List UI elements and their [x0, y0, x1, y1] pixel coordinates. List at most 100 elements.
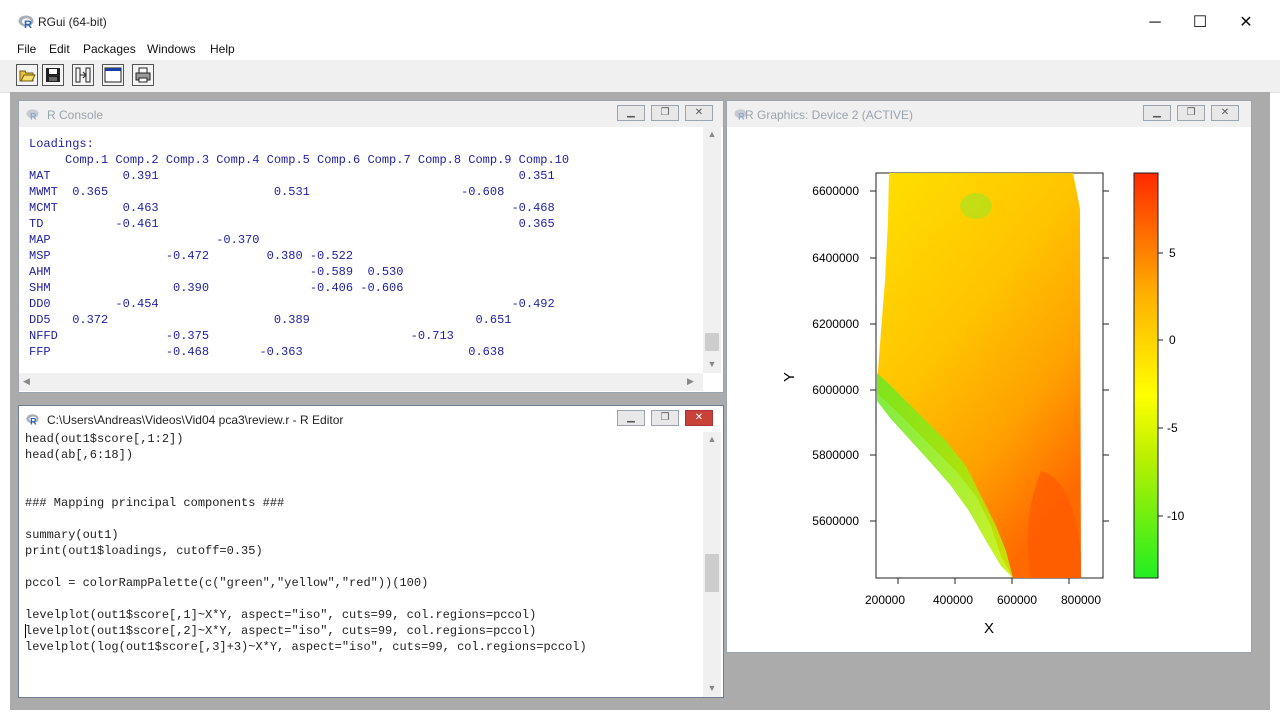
print-icon — [135, 67, 151, 83]
editor-scroll-thumb[interactable] — [705, 554, 719, 592]
x-tick-label: 400000 — [933, 593, 973, 607]
scroll-right-icon[interactable]: ▶ — [687, 376, 694, 387]
editor-line: pccol = colorRampPalette(c("green","yell… — [25, 576, 429, 590]
y-axis-label: Y — [781, 372, 798, 382]
graphics-close-button[interactable]: ✕ — [1211, 105, 1239, 121]
editor-titlebar[interactable]: R C:\Users\Andreas\Videos\Vid04 pca3\rev… — [19, 406, 723, 432]
x-tick-label: 200000 — [865, 593, 905, 607]
menu-bar: File Edit Packages Windows Help — [0, 40, 1280, 60]
editor-window[interactable]: R C:\Users\Andreas\Videos\Vid04 pca3\rev… — [18, 405, 724, 698]
console-line: MWMT 0.365 0.531 -0.608 — [29, 185, 555, 199]
maximize-button[interactable]: ☐ — [1177, 8, 1223, 38]
menu-packages[interactable]: Packages — [83, 40, 136, 58]
graphics-restore-button[interactable]: ❐ — [1177, 105, 1205, 121]
console-line: AHM -0.589 0.530 — [29, 265, 555, 279]
save-icon — [46, 68, 60, 82]
editor-restore-button[interactable]: ❐ — [651, 410, 679, 426]
colorbar-tick-label: 5 — [1169, 246, 1176, 260]
graphics-title: R Graphics: Device 2 (ACTIVE) — [745, 108, 914, 122]
menu-file[interactable]: File — [17, 40, 36, 58]
editor-line: head(ab[,6:18]) — [25, 448, 134, 462]
console-line: Loadings: — [29, 137, 94, 151]
graphics-window[interactable]: R R Graphics: Device 2 (ACTIVE) ▁ ❐ ✕ 66… — [726, 100, 1252, 653]
open-folder-button[interactable] — [16, 64, 38, 86]
minimize-button[interactable]: ─ — [1132, 8, 1178, 38]
console-title: R Console — [47, 108, 104, 122]
console-window-button[interactable] — [102, 64, 124, 86]
console-close-button[interactable]: ✕ — [685, 105, 713, 121]
editor-close-button[interactable]: ✕ — [685, 410, 713, 426]
console-line: MAT 0.391 0.351 — [29, 169, 555, 183]
svg-text:R: R — [24, 19, 32, 30]
load-workspace-icon — [75, 67, 91, 83]
editor-line: head(out1$score[,1:2]) — [25, 432, 184, 446]
console-scroll-thumb[interactable] — [705, 333, 719, 351]
editor-vertical-scrollbar[interactable]: ▲ ▼ — [703, 432, 721, 697]
console-restore-button[interactable]: ❐ — [651, 105, 679, 121]
editor-line: ### Mapping principal components ### — [25, 496, 285, 510]
colorbar-tick-label: 0 — [1169, 333, 1176, 347]
console-line: TD -0.461 0.365 — [29, 217, 555, 231]
editor-minimize-button[interactable]: ▁ — [617, 410, 645, 426]
app-titlebar: R RGui (64-bit) ─ ☐ ✕ — [0, 0, 1280, 40]
console-output[interactable]: Loadings: Comp.1 Comp.2 Comp.3 Comp.4 Co… — [19, 127, 703, 373]
svg-text:R: R — [30, 416, 37, 426]
scroll-up-icon[interactable]: ▲ — [703, 434, 721, 444]
text-cursor — [25, 624, 26, 638]
editor-line: levelplot(log(out1$score[,3]+3)~X*Y, asp… — [25, 640, 587, 654]
svg-text:R: R — [30, 111, 37, 121]
y-tick-label: 6600000 — [812, 184, 859, 198]
console-titlebar[interactable]: R R Console ▁ ❐ ✕ — [19, 101, 723, 127]
raster-map-cool-patch — [960, 193, 992, 219]
editor-line: levelplot(out1$score[,1]~X*Y, aspect="is… — [25, 608, 537, 622]
colorbar — [1133, 172, 1159, 579]
scroll-down-icon[interactable]: ▼ — [703, 359, 721, 369]
console-line: NFFD -0.375 -0.713 — [29, 329, 555, 343]
y-tick-label: 5800000 — [812, 448, 859, 462]
levelplot-canvas: 6600000 6400000 6200000 6000000 5800000 … — [781, 172, 1185, 637]
scroll-left-icon[interactable]: ◀ — [23, 376, 30, 387]
console-line: MAP -0.370 — [29, 233, 555, 247]
menu-edit[interactable]: Edit — [49, 40, 70, 58]
x-tick-label: 800000 — [1061, 593, 1101, 607]
app-title: RGui (64-bit) — [38, 15, 107, 29]
menu-help[interactable]: Help — [210, 40, 235, 58]
scroll-up-icon[interactable]: ▲ — [703, 129, 721, 139]
toolbar — [0, 60, 1280, 93]
console-window[interactable]: R R Console ▁ ❐ ✕ Loadings: Comp.1 Comp.… — [18, 100, 724, 393]
console-window-icon — [104, 67, 122, 83]
scroll-down-icon[interactable]: ▼ — [703, 683, 721, 693]
y-tick-label: 6200000 — [812, 317, 859, 331]
editor-text-area[interactable]: head(out1$score[,1:2]) head(ab[,6:18]) #… — [19, 432, 703, 697]
graphics-titlebar[interactable]: R R Graphics: Device 2 (ACTIVE) ▁ ❐ ✕ — [727, 101, 1251, 127]
console-line: FFP -0.468 -0.363 0.638 — [29, 345, 606, 359]
graphics-minimize-button[interactable]: ▁ — [1143, 105, 1171, 121]
console-line: SHM 0.390 -0.406 -0.606 — [29, 281, 555, 295]
load-workspace-button[interactable] — [72, 64, 94, 86]
console-line: DD0 -0.454 -0.492 — [29, 297, 555, 311]
editor-line: summary(out1) — [25, 528, 119, 542]
colorbar-ticks — [1158, 252, 1163, 517]
console-line: DD5 0.372 0.389 0.651 — [29, 313, 562, 327]
print-button[interactable] — [132, 64, 154, 86]
console-vertical-scrollbar[interactable]: ▲ ▼ — [703, 127, 721, 373]
open-folder-icon — [19, 70, 36, 82]
x-tick-label: 600000 — [997, 593, 1037, 607]
y-tick-label: 5600000 — [812, 514, 859, 528]
editor-title: C:\Users\Andreas\Videos\Vid04 pca3\revie… — [47, 413, 344, 427]
x-axis-label: X — [984, 620, 994, 637]
editor-line: levelplot(out1$score[,2]~X*Y, aspect="is… — [25, 624, 537, 638]
colorbar-tick-label: -10 — [1167, 509, 1185, 523]
colorbar-tick-label: -5 — [1167, 421, 1178, 435]
console-minimize-button[interactable]: ▁ — [617, 105, 645, 121]
y-tick-label: 6000000 — [812, 383, 859, 397]
save-button[interactable] — [42, 64, 64, 86]
r-logo-icon: R — [26, 109, 39, 121]
r-logo-icon: R — [18, 15, 34, 30]
y-tick-label: 6400000 — [812, 251, 859, 265]
svg-text:R: R — [738, 111, 745, 121]
console-line: MSP -0.472 0.380 -0.522 — [29, 249, 555, 263]
close-button[interactable]: ✕ — [1223, 8, 1269, 38]
console-horizontal-scrollbar[interactable]: ◀ ▶ — [19, 373, 703, 391]
menu-windows[interactable]: Windows — [147, 40, 196, 58]
